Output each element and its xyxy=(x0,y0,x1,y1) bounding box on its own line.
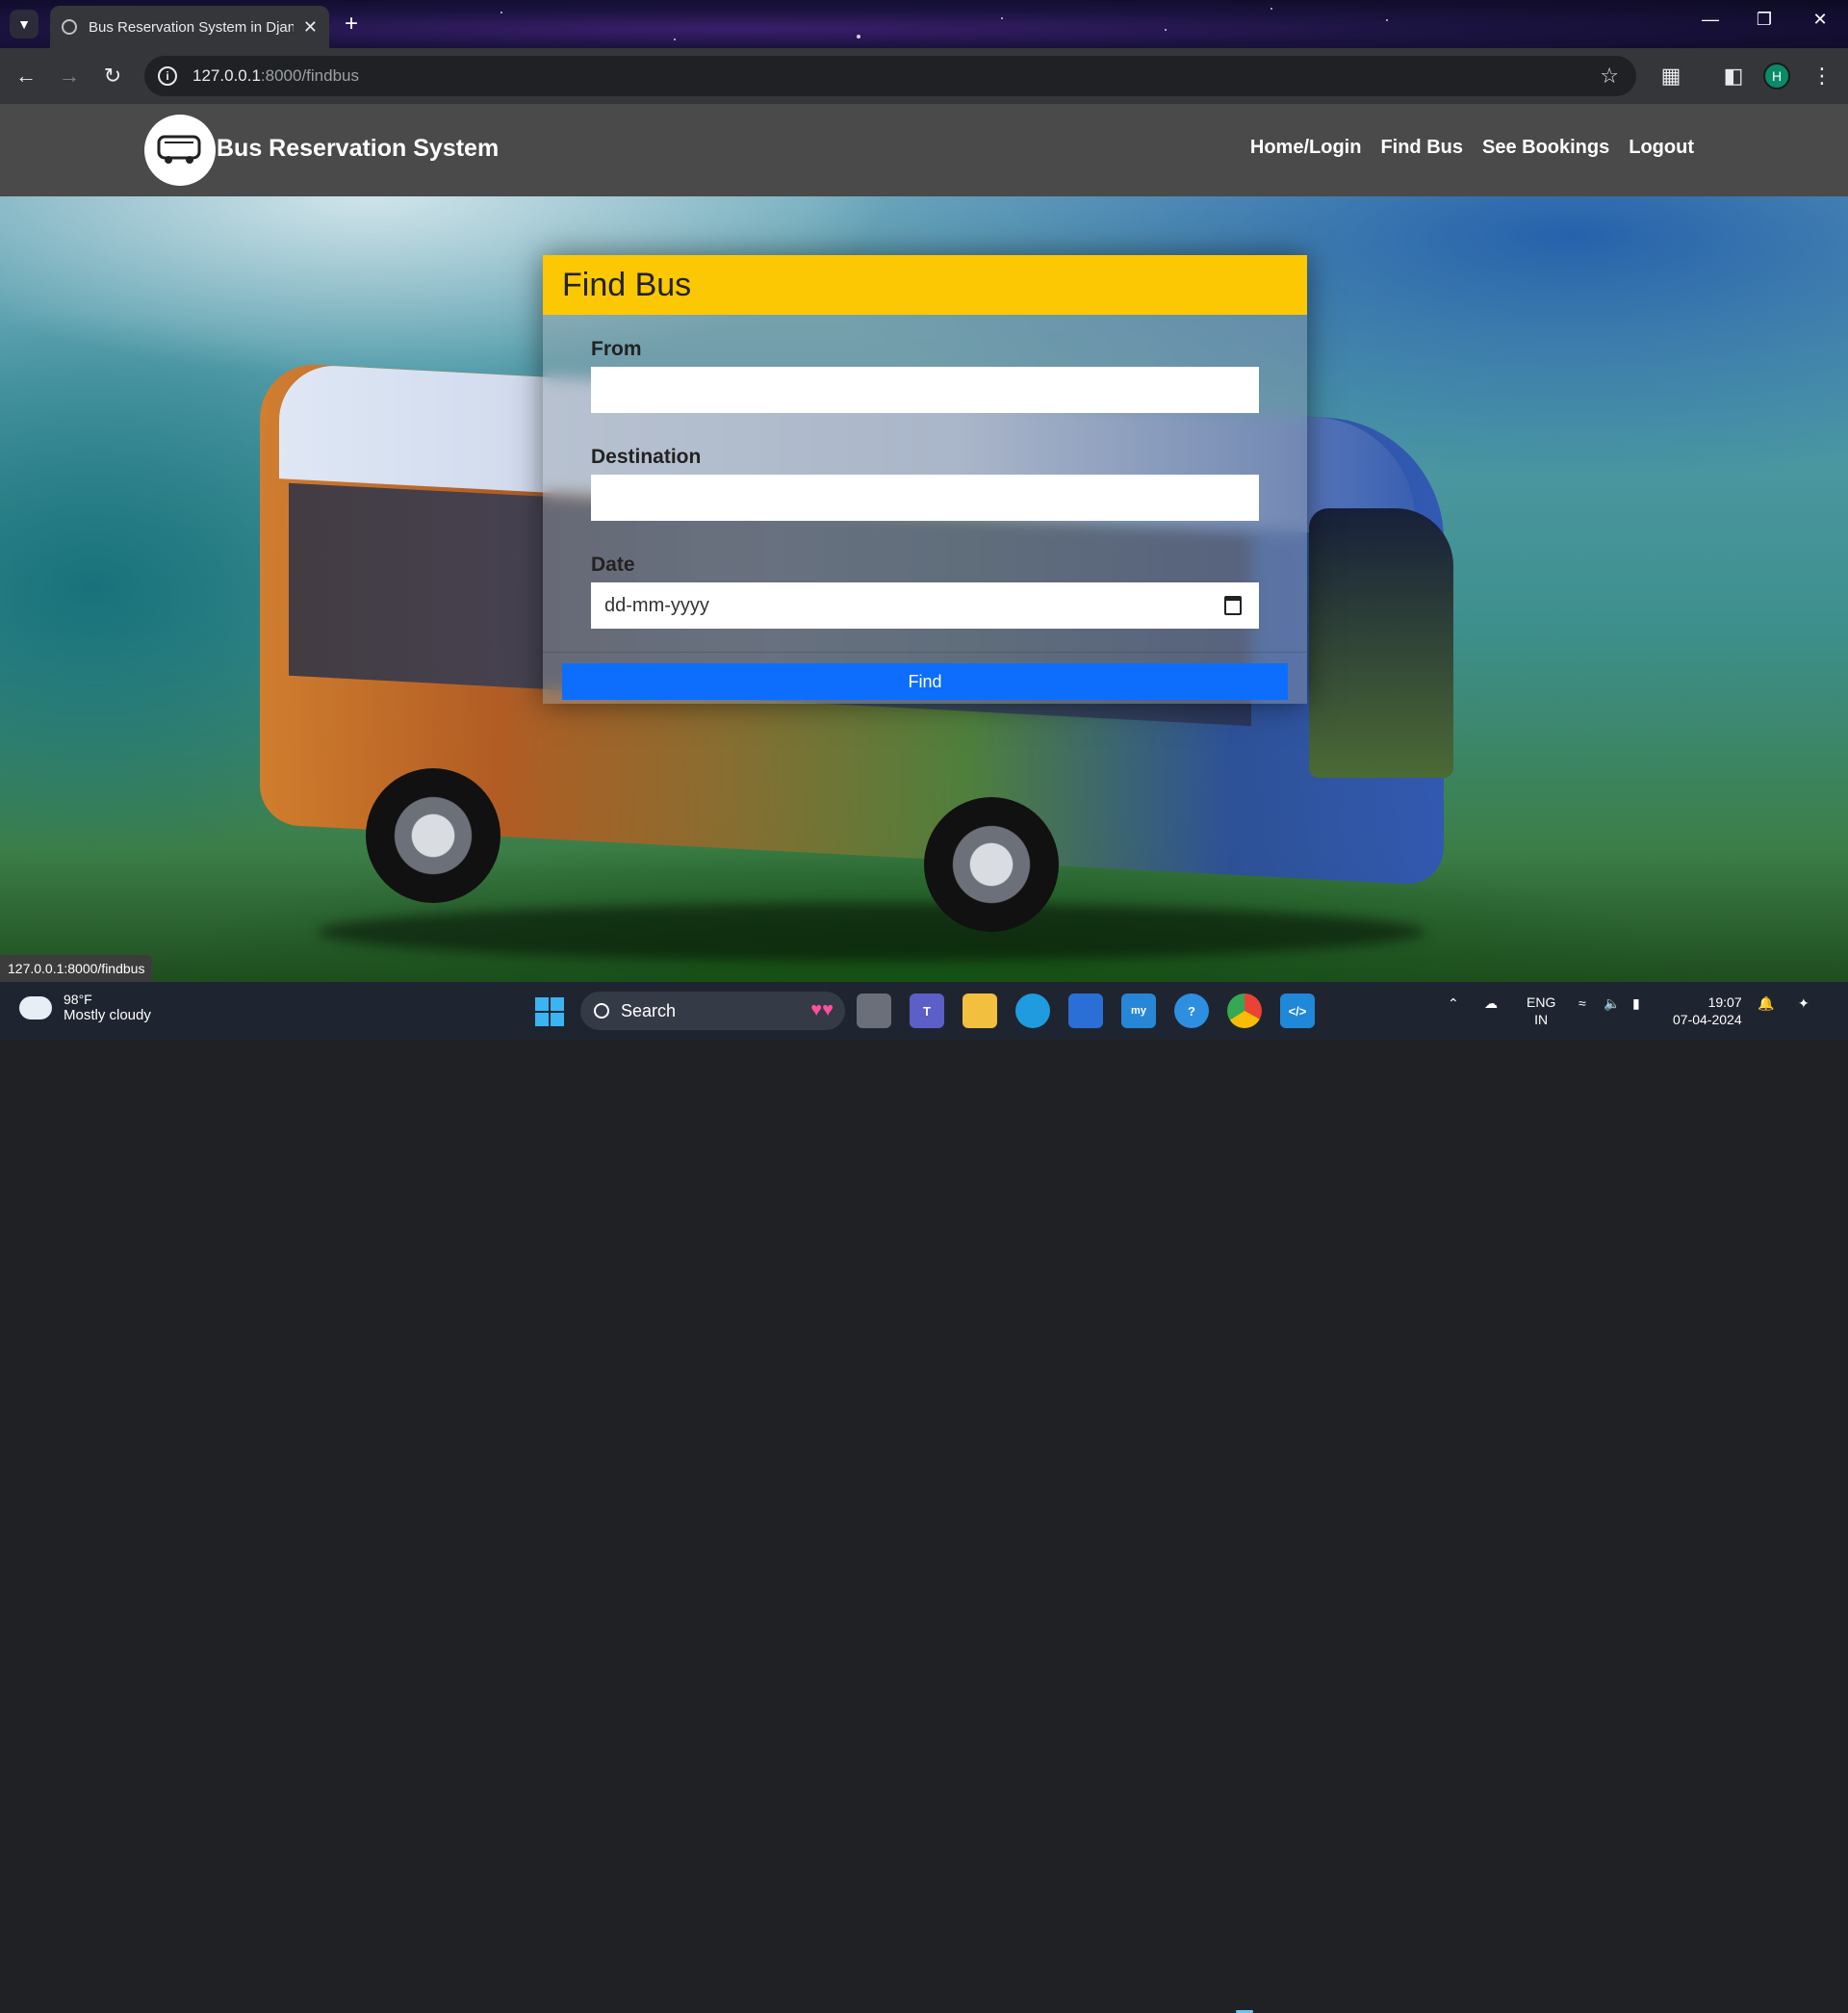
nav-see-bookings[interactable]: See Bookings xyxy=(1482,137,1609,159)
weather-widget[interactable]: 98°F Mostly cloudy xyxy=(13,988,151,1023)
destination-label: Destination xyxy=(591,446,702,468)
windows-taskbar: 98°F Mostly cloudy Search ♥♥ T my ? </> … xyxy=(0,982,1848,2013)
close-window-button[interactable]: ✕ xyxy=(1806,10,1835,30)
taskbar-search[interactable]: Search ♥♥ xyxy=(580,992,845,1030)
show-hidden-icons[interactable]: ⌃ xyxy=(1448,995,1459,1012)
extensions-icon[interactable]: ▦ xyxy=(1656,62,1685,90)
destination-input[interactable] xyxy=(591,475,1259,521)
nav-home-login[interactable]: Home/Login xyxy=(1250,137,1362,159)
new-tab-button[interactable]: + xyxy=(337,10,366,39)
url-host: 127.0.0.1 xyxy=(192,66,261,85)
system-clock[interactable]: 19:07 07-04-2024 xyxy=(1673,994,1742,1028)
hearts-icon: ♥♥ xyxy=(810,999,834,1020)
back-icon[interactable]: ← xyxy=(12,62,40,90)
lang-region: IN xyxy=(1534,1012,1549,1027)
input-language[interactable]: ENG IN xyxy=(1527,994,1555,1028)
card-header: Find Bus xyxy=(543,255,1307,315)
minimize-button[interactable]: — xyxy=(1696,10,1725,30)
calendar-icon[interactable] xyxy=(1224,596,1242,615)
status-bar-url: 127.0.0.1:8000/findbus xyxy=(0,955,153,982)
tab-title: Bus Reservation System in Djan xyxy=(89,18,294,36)
lang-code: ENG xyxy=(1527,994,1556,1010)
find-bus-card: Find Bus From Destination Date dd-mm-yyy… xyxy=(543,255,1307,704)
browser-tabstrip: ▼ Bus Reservation System in Djan ✕ + — ❐… xyxy=(0,0,1848,48)
url-path: :8000/findbus xyxy=(260,66,359,85)
address-bar[interactable]: i 127.0.0.1:8000/findbus ☆ xyxy=(144,56,1636,96)
task-view-icon[interactable] xyxy=(857,994,891,1028)
restore-button[interactable]: ❐ xyxy=(1750,10,1779,30)
date-input[interactable]: dd-mm-yyyy xyxy=(591,582,1259,629)
onedrive-icon[interactable]: ☁ xyxy=(1484,995,1498,1012)
globe-icon xyxy=(62,19,77,35)
side-panel-icon[interactable]: ◧ xyxy=(1719,62,1748,90)
find-button[interactable]: Find xyxy=(562,663,1288,700)
bus-wheel-rear xyxy=(924,797,1059,932)
menu-kebab-icon[interactable]: ⋮ xyxy=(1808,62,1836,90)
form-divider xyxy=(543,652,1307,653)
bus-windshield xyxy=(1309,508,1453,778)
from-label: From xyxy=(591,338,642,360)
bus-shadow xyxy=(318,903,1424,961)
teams-icon[interactable]: T xyxy=(910,994,944,1028)
chrome-icon[interactable] xyxy=(1227,994,1262,1028)
reload-icon[interactable]: ↻ xyxy=(98,62,127,90)
edge-icon[interactable] xyxy=(1015,994,1050,1028)
mysql-icon[interactable]: my xyxy=(1121,994,1156,1028)
site-navbar: Bus Reservation System Home/Login Find B… xyxy=(0,104,1848,196)
tab-search-button[interactable]: ▼ xyxy=(10,10,38,39)
vscode-icon[interactable]: </> xyxy=(1280,994,1315,1028)
forward-icon[interactable]: → xyxy=(55,62,84,90)
search-label: Search xyxy=(621,1000,677,1020)
find-bus-form: From Destination Date dd-mm-yyyy xyxy=(543,315,1307,629)
file-explorer-icon[interactable] xyxy=(962,994,997,1028)
bookmark-star-icon[interactable]: ☆ xyxy=(1600,64,1619,89)
battery-icon[interactable]: ▮ xyxy=(1632,995,1640,1012)
nav-find-bus[interactable]: Find Bus xyxy=(1380,137,1463,159)
bus-wheel-front xyxy=(366,768,500,903)
brand-name[interactable]: Bus Reservation System xyxy=(217,135,499,163)
notification-bell-icon[interactable]: 🔔 xyxy=(1758,995,1774,1012)
nav-logout[interactable]: Logout xyxy=(1629,137,1694,159)
clock-time: 19:07 xyxy=(1707,994,1742,1010)
help-icon[interactable]: ? xyxy=(1174,994,1209,1028)
tab-close-icon[interactable]: ✕ xyxy=(303,17,318,38)
browser-tab-active[interactable]: Bus Reservation System in Djan ✕ xyxy=(50,6,329,48)
search-icon xyxy=(594,1003,609,1019)
card-title: Find Bus xyxy=(562,266,692,303)
start-windows-icon[interactable] xyxy=(535,997,564,1026)
store-icon[interactable] xyxy=(1068,994,1103,1028)
copilot-icon[interactable]: ✦ xyxy=(1798,995,1810,1012)
clock-date: 07-04-2024 xyxy=(1673,1012,1742,1027)
nav-links: Home/Login Find Bus See Bookings Logout xyxy=(1250,137,1694,159)
browser-toolbar: ← → ↻ i 127.0.0.1:8000/findbus ☆ ▦ ◧ ⋮ xyxy=(0,48,1848,104)
date-label: Date xyxy=(591,554,635,576)
wifi-icon[interactable]: ≈ xyxy=(1578,995,1586,1011)
date-placeholder: dd-mm-yyyy xyxy=(604,594,709,616)
profile-avatar[interactable]: H xyxy=(1763,63,1790,90)
site-info-icon[interactable]: i xyxy=(158,66,177,86)
weather-description: Mostly cloudy xyxy=(64,1007,151,1023)
partly-cloudy-icon xyxy=(13,988,52,1019)
weather-temperature: 98°F xyxy=(64,992,92,1007)
volume-icon[interactable]: 🔈 xyxy=(1604,995,1620,1012)
web-page: Bus Reservation System Home/Login Find B… xyxy=(0,104,1848,982)
bus-logo-icon[interactable] xyxy=(144,115,216,186)
from-input[interactable] xyxy=(591,367,1259,413)
